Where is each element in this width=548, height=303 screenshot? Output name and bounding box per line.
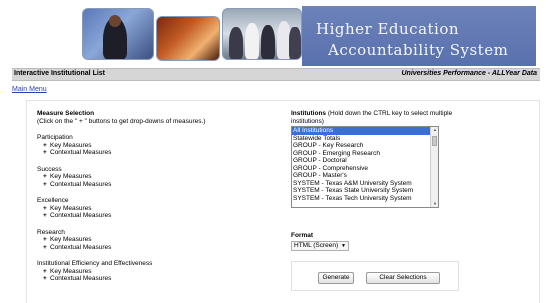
books-photo xyxy=(156,16,220,61)
graduate-photo xyxy=(82,8,154,60)
students-photo xyxy=(222,8,302,60)
institution-option[interactable]: GROUP - Doctoral xyxy=(292,157,438,165)
contextual-measures-toggle[interactable]: + Contextual Measures xyxy=(37,149,287,157)
measure-group-excellence: Excellence + Key Measures + Contextual Mea… xyxy=(37,197,287,220)
institutions-panel: Institutions (Hold down the CTRL key to … xyxy=(291,110,469,251)
plus-icon: + xyxy=(43,243,47,251)
listbox-scrollbar[interactable]: ▲ ▼ xyxy=(430,127,438,207)
plus-icon: + xyxy=(43,204,47,212)
measure-group-title: Research xyxy=(37,228,65,236)
scroll-up-icon[interactable]: ▲ xyxy=(431,127,438,133)
measure-selection-heading: Measure Selection xyxy=(37,110,95,117)
contextual-measures-toggle[interactable]: + Contextual Measures xyxy=(37,181,287,189)
key-measures-toggle[interactable]: + Key Measures xyxy=(37,173,287,181)
scroll-down-icon[interactable]: ▼ xyxy=(431,201,438,207)
key-measures-toggle[interactable]: + Key Measures xyxy=(37,142,287,150)
content-panel: Measure Selection (Click on the " + " bu… xyxy=(26,100,540,303)
institution-option[interactable]: All Institutions xyxy=(292,127,438,135)
institution-option[interactable]: Statewide Totals xyxy=(292,135,438,143)
institution-option[interactable]: SYSTEM - Texas A&M University System xyxy=(292,180,438,188)
key-measures-toggle[interactable]: + Key Measures xyxy=(37,205,287,213)
plus-icon: + xyxy=(43,149,47,156)
measure-selection: Measure Selection (Click on the " + " bu… xyxy=(37,110,287,283)
measure-group-title: Institutional Efficiency and Effectivene… xyxy=(37,260,153,267)
site-title-panel: Higher Education Accountability System xyxy=(302,6,536,66)
institution-option[interactable]: GROUP - Master's xyxy=(292,172,438,180)
measure-group-participation: Participation + Key Measures + Contextual … xyxy=(37,134,287,157)
format-select[interactable]: HTML (Screen) ▼ xyxy=(291,241,349,251)
institution-option[interactable]: SYSTEM - Texas State University System xyxy=(292,187,438,195)
plus-icon: + xyxy=(43,141,47,149)
clear-selections-button[interactable]: Clear Selections xyxy=(366,272,440,284)
page-header-bar: Interactive Institutional List Universit… xyxy=(12,68,540,81)
plus-icon: + xyxy=(43,173,47,180)
plus-icon: + xyxy=(43,236,47,243)
page-title: Interactive Institutional List xyxy=(14,70,106,77)
institution-option[interactable]: GROUP - Key Research xyxy=(292,142,438,150)
key-measures-toggle[interactable]: + Key Measures xyxy=(37,268,287,276)
scrollbar-thumb[interactable] xyxy=(432,136,437,146)
format-label: Format xyxy=(291,232,314,239)
key-measures-toggle[interactable]: + Key Measures xyxy=(37,236,287,244)
measure-group-research: Research + Key Measures + Contextual Measu… xyxy=(37,229,287,252)
contextual-measures-toggle[interactable]: + Contextual Measures xyxy=(37,212,287,220)
contextual-measures-toggle[interactable]: + Contextual Measures xyxy=(37,244,287,252)
measure-group-title: Excellence xyxy=(37,197,69,204)
institution-option[interactable]: GROUP - Comprehensive xyxy=(292,165,438,173)
contextual-measures-toggle[interactable]: + Contextual Measures xyxy=(37,275,287,283)
plus-icon: + xyxy=(43,180,47,188)
actions-panel: Generate Clear Selections xyxy=(291,261,459,291)
institution-option[interactable]: SYSTEM - Texas Tech University System xyxy=(292,195,438,203)
site-title-line1: Higher Education xyxy=(316,20,460,38)
site-title-line2: Accountability System xyxy=(328,41,509,59)
institutions-heading: Institutions (Hold down the CTRL key to … xyxy=(291,110,453,125)
banner-photos xyxy=(82,6,302,61)
plus-icon: + xyxy=(43,212,47,219)
plus-icon: + xyxy=(43,275,47,282)
measure-group-title: Success xyxy=(37,165,62,173)
dropdown-arrow-icon: ▼ xyxy=(341,243,346,249)
institution-option[interactable]: GROUP - Emerging Research xyxy=(292,150,438,158)
banner: Higher Education Accountability System xyxy=(12,0,536,66)
measure-group-efficiency: Institutional Efficiency and Effectivene… xyxy=(37,260,287,283)
report-subtitle: Universities Performance - ALLYear Data xyxy=(401,70,537,77)
measure-selection-instruction: (Click on the " + " buttons to get drop-… xyxy=(37,117,206,125)
measure-group-title: Participation xyxy=(37,134,73,141)
format-selected-value: HTML (Screen) xyxy=(294,242,339,249)
measure-group-success: Success + Key Measures + Contextual Measur… xyxy=(37,166,287,189)
generate-button[interactable]: Generate xyxy=(318,272,354,284)
institutions-listbox[interactable]: All Institutions Statewide Totals GROUP … xyxy=(291,126,439,208)
plus-icon: + xyxy=(43,267,47,275)
main-menu-link[interactable]: Main Menu xyxy=(12,86,47,93)
